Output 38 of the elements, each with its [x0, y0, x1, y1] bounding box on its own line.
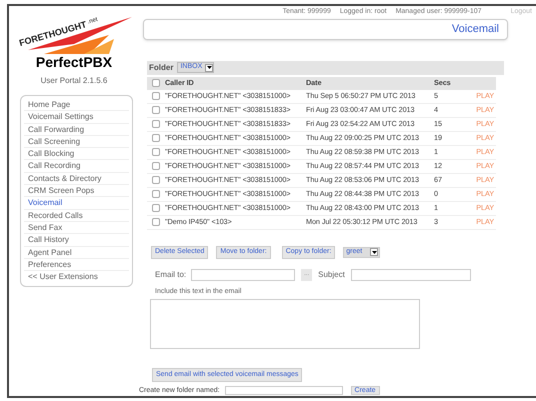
- product-name: PerfectPBX: [34, 55, 114, 69]
- caret-icon: [372, 250, 377, 254]
- sidebar-item[interactable]: Preferences: [24, 258, 129, 272]
- page-title: Voicemail: [452, 22, 499, 38]
- sidebar-item[interactable]: Recorded Calls: [24, 210, 129, 222]
- sidebar-item[interactable]: Agent Panel: [24, 246, 129, 259]
- sidebar-item[interactable]: Call Forwarding: [24, 124, 129, 136]
- email-text-area[interactable]: [150, 299, 420, 348]
- row-checkbox[interactable]: [152, 134, 160, 142]
- sidebar-item[interactable]: Home Page: [24, 99, 129, 112]
- row-checkbox[interactable]: [152, 162, 160, 170]
- email-to-label: Email to:: [155, 268, 186, 281]
- caret-icon: [206, 66, 212, 70]
- sidebar-item[interactable]: Call Screening: [24, 136, 129, 148]
- row-checkbox[interactable]: [152, 120, 160, 128]
- select-all-checkbox[interactable]: [152, 79, 160, 88]
- row-checkbox[interactable]: [152, 176, 160, 184]
- sidebar-item[interactable]: Call Recording: [24, 160, 129, 173]
- row-checkbox[interactable]: [152, 190, 160, 198]
- sidebar-item[interactable]: Call History: [24, 234, 129, 247]
- subject-field[interactable]: [350, 268, 471, 281]
- version-text: User Portal 2.1.5.6: [40, 75, 108, 87]
- sidebar-item[interactable]: Call Blocking: [24, 148, 129, 160]
- email-to-field[interactable]: [191, 268, 296, 281]
- sidebar-item[interactable]: Voicemail: [24, 197, 129, 210]
- subject-label: Subject: [318, 268, 345, 281]
- sidebar-item[interactable]: CRM Screen Pops: [24, 185, 129, 198]
- row-checkbox[interactable]: [152, 106, 160, 114]
- sidebar-item[interactable]: << User Extensions: [24, 271, 129, 284]
- row-checkbox[interactable]: [152, 92, 160, 100]
- row-checkbox[interactable]: [152, 204, 160, 212]
- folder-name-field[interactable]: [224, 386, 343, 396]
- sidebar-item[interactable]: Send Fax: [24, 222, 129, 234]
- sidebar-item[interactable]: Contacts & Directory: [24, 172, 129, 186]
- sidebar-item[interactable]: Voicemail Settings: [24, 111, 129, 124]
- folder-label: Folder: [149, 62, 174, 74]
- row-checkbox[interactable]: [152, 218, 160, 226]
- row-checkbox[interactable]: [152, 148, 160, 156]
